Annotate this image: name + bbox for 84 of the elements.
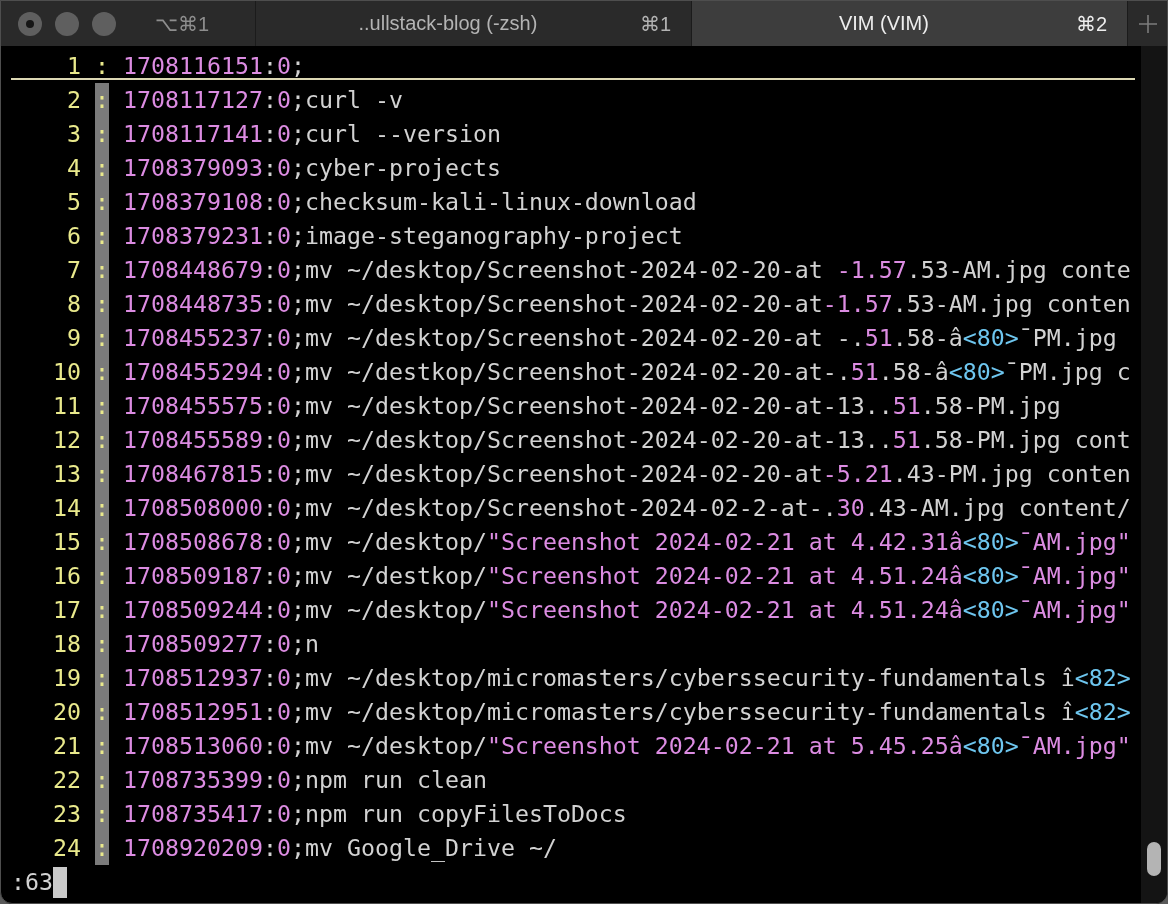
line-number: 4 xyxy=(66,153,81,183)
tab[interactable]: VIM (VIM) ⌘2 xyxy=(691,1,1127,46)
line-prefix: : xyxy=(94,219,109,253)
line-number: 13 xyxy=(52,459,81,489)
line-prefix: : xyxy=(94,389,109,423)
window-shortcut: ⌥⌘1 xyxy=(155,11,210,36)
line-prefix: : xyxy=(94,525,109,559)
line-prefix: : xyxy=(94,83,109,117)
plus-icon xyxy=(1138,14,1157,33)
keyboard-shortcut: ⌘1 xyxy=(639,11,671,36)
line-number: 23 xyxy=(52,799,81,829)
line-number: 7 xyxy=(66,255,81,285)
code-line: 1708509277:0;n xyxy=(122,629,319,659)
code-line: 1708448679:0;mv ~/desktop/Screenshot-2024-02-20-at -1.57.53-AM.jpg conte xyxy=(122,255,1131,285)
line-number: 8 xyxy=(66,289,81,319)
line-prefix: : xyxy=(94,627,109,661)
line-prefix: : xyxy=(94,287,109,321)
line-prefix: : xyxy=(94,661,109,695)
line-prefix: : xyxy=(94,559,109,593)
line-number: 11 xyxy=(52,391,81,421)
code-line: 1708920209:0;mv Google_Drive ~/ xyxy=(122,833,557,864)
line-prefix: : xyxy=(94,51,109,81)
code-line: 1708455589:0;mv ~/desktop/Screenshot-2024-02-20-at-13..51.58-PM.jpg cont xyxy=(122,425,1131,455)
code-line: 1708455237:0;mv ~/desktop/Screenshot-2024-02-20-at -.51.58-â<80>¯PM.jpg xyxy=(122,323,1117,353)
line-number: 10 xyxy=(52,357,81,387)
line-prefix: : xyxy=(94,355,109,389)
line-number: 3 xyxy=(66,119,81,149)
dot-icon xyxy=(26,19,34,28)
line-prefix: : xyxy=(94,695,109,729)
code-line: 1708467815:0;mv ~/desktop/Screenshot-2024-02-20-at-5.21.43-PM.jpg conten xyxy=(122,459,1131,489)
line-prefix: : xyxy=(94,321,109,355)
line-prefix: : xyxy=(94,729,109,763)
line-prefix: : xyxy=(94,797,109,831)
code-line: 1708455575:0;mv ~/desktop/Screenshot-2024-02-20-at-13..51.58-PM.jpg xyxy=(122,391,1061,421)
zoom-button[interactable] xyxy=(92,11,116,36)
line-number: 15 xyxy=(52,527,81,557)
code-line: 1708508000:0;mv ~/desktop/Screenshot-2024-02-2-at-.30.43-AM.jpg content/ xyxy=(122,493,1131,523)
line-number: 6 xyxy=(66,221,81,251)
line-number: 16 xyxy=(52,561,81,591)
code-line: 1708735399:0;npm run clean xyxy=(122,765,487,795)
line-number: 12 xyxy=(52,425,81,455)
line-prefix: : xyxy=(94,593,109,627)
line-number: 18 xyxy=(52,629,81,659)
code-line: 1708117127:0;curl -v xyxy=(122,85,403,115)
line-number: 9 xyxy=(66,323,81,353)
line-prefix: : xyxy=(94,117,109,151)
text-cursor-icon xyxy=(53,866,67,898)
code-line: 1708512937:0;mv ~/desktop/micromasters/cyberssecurity-fundamentals î<82> xyxy=(122,663,1131,693)
line-number: 19 xyxy=(52,663,81,693)
code-line: 1708512951:0;mv ~/desktop/micromasters/cyberssecurity-fundamentals î<82> xyxy=(122,697,1131,727)
code-line: 1708508678:0;mv ~/desktop/"Screenshot 2024-02-21 at 4.42.31â<80>¯AM.jpg" xyxy=(122,527,1131,557)
line-number: 20 xyxy=(52,697,81,727)
line-prefix: : xyxy=(94,831,109,865)
line-number: 21 xyxy=(52,731,81,761)
line-prefix: : xyxy=(94,253,109,287)
scrollbar-thumb[interactable] xyxy=(1147,842,1161,876)
code-line: 1708513060:0;mv ~/desktop/"Screenshot 2024-02-21 at 5.45.25â<80>¯AM.jpg" xyxy=(122,731,1131,761)
line-prefix: : xyxy=(94,151,109,185)
line-number: 14 xyxy=(52,493,81,523)
line-prefix: : xyxy=(94,423,109,457)
line-number: 5 xyxy=(66,187,81,217)
line-prefix: : xyxy=(94,457,109,491)
minimize-button[interactable] xyxy=(55,11,79,36)
code-line: 1708455294:0;mv ~/destkop/Screenshot-2024-02-20-at-.51.58-â<80>¯PM.jpg c xyxy=(122,357,1131,387)
line-number: 2 xyxy=(66,85,81,115)
keyboard-shortcut: ⌘2 xyxy=(1075,11,1107,36)
line-number: 1 xyxy=(66,51,81,81)
code-line: 1708117141:0;curl --version xyxy=(122,119,501,149)
code-line: 1708116151:0; xyxy=(122,51,305,81)
close-button[interactable] xyxy=(18,11,42,36)
code-line: 1708379108:0;checksum-kali-linux-download xyxy=(122,187,697,217)
code-line: 1708509187:0;mv ~/destkop/"Screenshot 2024-02-21 at 4.51.24â<80>¯AM.jpg" xyxy=(122,561,1131,591)
code-line: 1708735417:0;npm run copyFilesToDocs xyxy=(122,799,627,829)
line-prefix: : xyxy=(94,185,109,219)
line-number: 24 xyxy=(52,833,81,863)
code-line: 1708379093:0;cyber-projects xyxy=(122,153,501,183)
code-line: 1708448735:0;mv ~/desktop/Screenshot-2024-02-20-at-1.57.53-AM.jpg conten xyxy=(122,289,1131,319)
line-number: 22 xyxy=(52,765,81,795)
line-number: 17 xyxy=(52,595,81,625)
command-line: :63 xyxy=(11,867,53,897)
line-prefix: : xyxy=(94,763,109,797)
code-line: 1708509244:0;mv ~/desktop/"Screenshot 2024-02-21 at 4.51.24â<80>¯AM.jpg" xyxy=(122,595,1131,625)
line-prefix: : xyxy=(94,491,109,525)
code-line: 1708379231:0;image-steganography-project xyxy=(122,221,683,251)
